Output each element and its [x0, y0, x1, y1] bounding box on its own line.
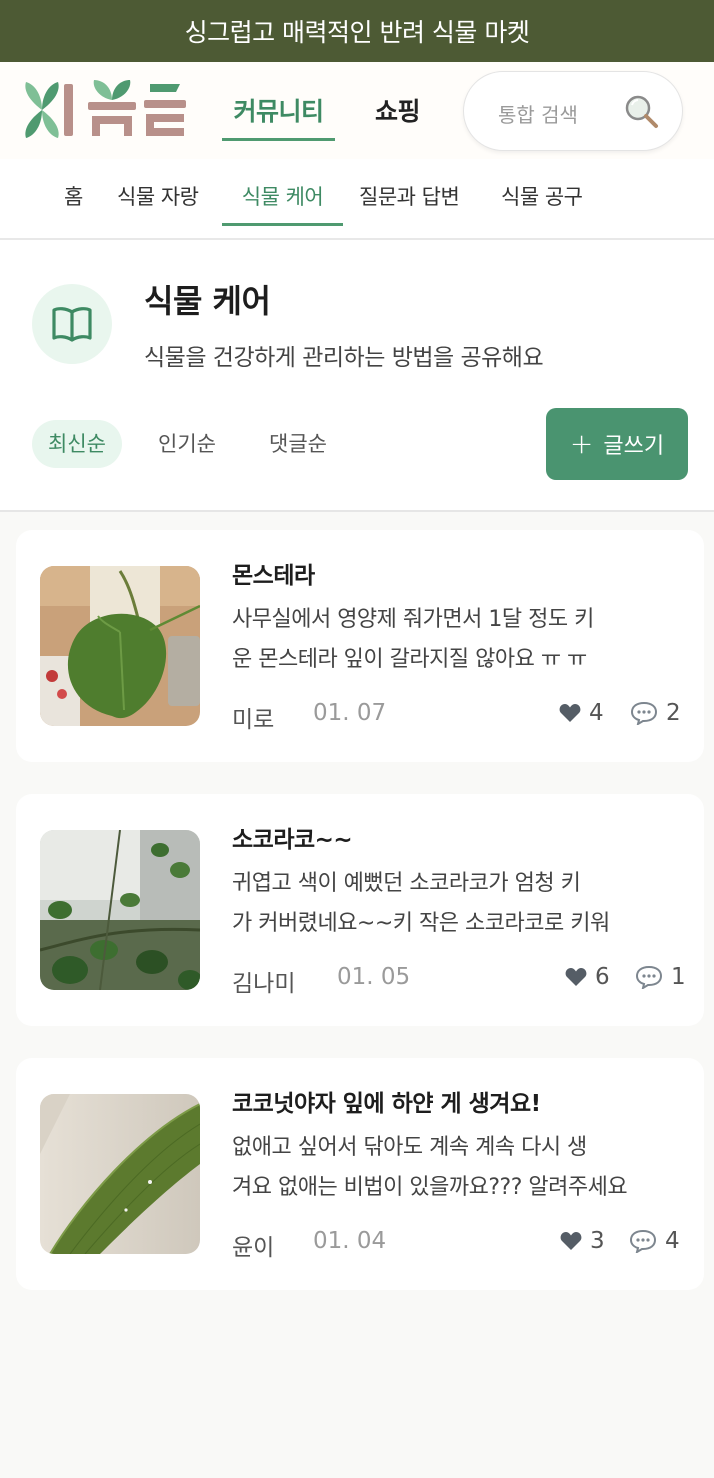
post-date: 01. 04: [313, 1228, 387, 1254]
post-excerpt-line: 없애고 싶어서 닦아도 계속 계속 다시 생: [232, 1135, 587, 1160]
post-excerpt-line: 귀엽고 색이 예뻤던 소코라코가 엄청 키: [232, 871, 581, 896]
search-placeholder: 통합 검색: [498, 103, 578, 127]
logo[interactable]: [22, 76, 190, 144]
speech-bubble-icon: [629, 1229, 657, 1253]
banner-text: 싱그럽고 매력적인 반려 식물 마켓: [184, 18, 530, 47]
board-icon-badge: [32, 284, 112, 364]
board-description: 식물을 건강하게 관리하는 방법을 공유해요: [144, 345, 544, 371]
post-excerpt-line: 겨요 없애는 비법이 있을까요??? 알려주세요: [232, 1175, 628, 1200]
post-excerpt: 없애고 싶어서 닦아도 계속 계속 다시 생 겨요 없애는 비법이 있을까요??…: [232, 1128, 682, 1208]
subnav-qna[interactable]: 질문과 답변: [359, 181, 460, 223]
subnav-home[interactable]: 홈: [64, 181, 83, 223]
sort-comments[interactable]: 댓글순: [253, 420, 343, 468]
comment-count-value: 1: [671, 964, 686, 990]
comment-count[interactable]: 1: [635, 964, 686, 990]
post-card[interactable]: 몬스테라 사무실에서 영양제 줘가면서 1달 정도 키 운 몬스테라 잎이 갈라…: [16, 530, 704, 762]
post-author: 미로: [232, 707, 275, 733]
post-excerpt-line: 사무실에서 영양제 줘가면서 1달 정도 키: [232, 607, 594, 632]
post-author: 김나미: [232, 971, 296, 997]
post-title[interactable]: 몬스테라: [232, 556, 315, 590]
speech-bubble-icon: [635, 965, 663, 989]
tab-shopping[interactable]: 쇼핑: [375, 92, 421, 138]
like-count-value: 6: [595, 964, 610, 990]
post-card[interactable]: 코코넛야자 잎에 하얀 게 생겨요! 없애고 싶어서 닦아도 계속 계속 다시 …: [16, 1058, 704, 1290]
post-date: 01. 05: [337, 964, 411, 990]
comment-count[interactable]: 4: [629, 1228, 680, 1254]
post-excerpt: 귀엽고 색이 예뻤던 소코라코가 엄청 키 가 커버렸네요~~키 작은 소코라코…: [232, 864, 682, 944]
post-author: 윤이: [232, 1235, 275, 1261]
post-excerpt-line: 가 커버렸네요~~키 작은 소코라코로 키워: [232, 911, 610, 936]
sort-latest[interactable]: 최신순: [32, 420, 122, 468]
post-date: 01. 07: [313, 700, 387, 726]
like-count[interactable]: 6: [565, 964, 610, 990]
search-icon[interactable]: [622, 92, 662, 132]
subnav-plant-showoff[interactable]: 식물 자랑: [117, 181, 199, 223]
post-excerpt: 사무실에서 영양제 줘가면서 1달 정도 키 운 몬스테라 잎이 갈라지질 않아…: [232, 600, 682, 680]
search-bar[interactable]: 통합 검색: [463, 71, 683, 151]
subnav-plant-care[interactable]: 식물 케어: [222, 181, 343, 226]
comment-count-value: 4: [665, 1228, 680, 1254]
tab-community[interactable]: 커뮤니티: [222, 92, 335, 141]
heart-icon: [559, 704, 581, 722]
book-icon: [52, 307, 92, 342]
write-button-label: 글쓰기: [603, 434, 665, 459]
header: 커뮤니티 쇼핑 통합 검색: [0, 62, 714, 159]
comment-count[interactable]: 2: [630, 700, 681, 726]
sort-popular[interactable]: 인기순: [142, 420, 232, 468]
post-excerpt-line: 운 몬스테라 잎이 갈라지질 않아요 ㅠ ㅠ: [232, 647, 587, 672]
heart-icon: [565, 968, 587, 986]
speech-bubble-icon: [630, 701, 658, 725]
like-count-value: 3: [590, 1228, 605, 1254]
post-thumbnail-sokorako[interactable]: [40, 830, 200, 990]
sub-navigation: 홈 식물 자랑 식물 케어 질문과 답변 식물 공구: [0, 159, 714, 240]
board-title: 식물 케어: [144, 282, 271, 320]
post-title[interactable]: 코코넛야자 잎에 하얀 게 생겨요!: [232, 1084, 541, 1118]
board-header: 식물 케어 식물을 건강하게 관리하는 방법을 공유해요 최신순 인기순 댓글순…: [0, 240, 714, 512]
like-count[interactable]: 4: [559, 700, 604, 726]
post-thumbnail-coconut-palm[interactable]: [40, 1094, 200, 1254]
heart-icon: [560, 1232, 582, 1250]
post-thumbnail-monstera[interactable]: [40, 566, 200, 726]
subnav-group-buy[interactable]: 식물 공구: [501, 181, 583, 223]
top-banner: 싱그럽고 매력적인 반려 식물 마켓: [0, 0, 714, 62]
comment-count-value: 2: [666, 700, 681, 726]
write-post-button[interactable]: + 글쓰기: [546, 408, 688, 480]
like-count-value: 4: [589, 700, 604, 726]
post-card[interactable]: 소코라코~~ 귀엽고 색이 예뻤던 소코라코가 엄청 키 가 커버렸네요~~키 …: [16, 794, 704, 1026]
plus-icon: +: [569, 427, 594, 460]
post-title[interactable]: 소코라코~~: [232, 820, 353, 854]
like-count[interactable]: 3: [560, 1228, 605, 1254]
